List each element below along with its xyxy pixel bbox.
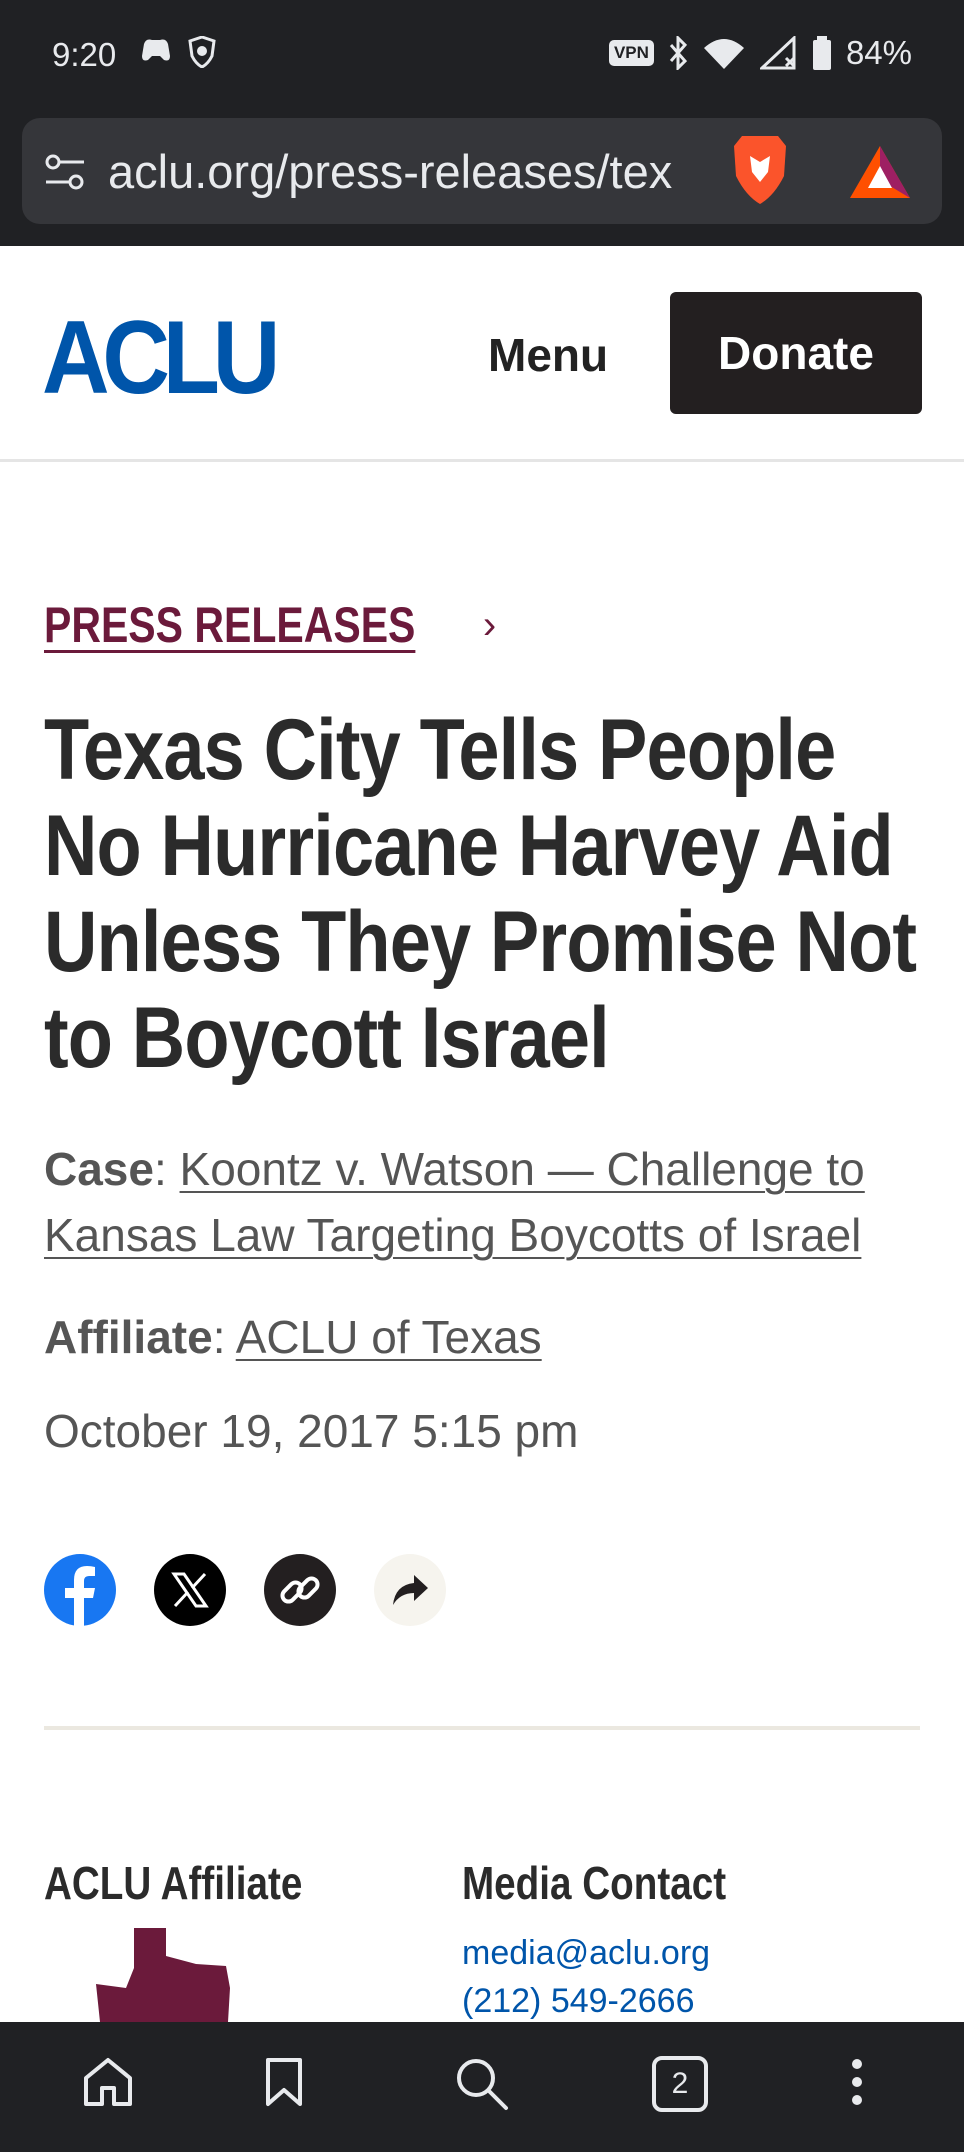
browser-toolbar: aclu.org/press-releases/tex xyxy=(0,112,964,246)
link-icon xyxy=(280,1576,320,1604)
media-phone-link[interactable]: (212) 549-2666 xyxy=(462,1982,695,2021)
facebook-icon xyxy=(65,1566,95,1626)
shield-icon xyxy=(188,36,216,68)
bluetooth-icon xyxy=(669,36,687,70)
site-header: ACLU Menu Donate xyxy=(0,246,964,462)
copy-link-button[interactable] xyxy=(264,1554,336,1626)
browser-bottom-nav: 2 xyxy=(0,2022,964,2152)
donate-button[interactable]: Donate xyxy=(670,292,922,414)
bookmark-icon[interactable] xyxy=(264,2056,304,2108)
brave-rewards-icon[interactable] xyxy=(848,144,912,200)
status-bar: 9:20 VPN 84% xyxy=(0,0,964,112)
battery-icon xyxy=(812,36,831,70)
media-contact-heading: Media Contact xyxy=(462,1857,727,1909)
affiliate-link[interactable]: ACLU of Texas xyxy=(236,1311,542,1363)
status-time: 9:20 xyxy=(52,36,117,73)
x-share-button[interactable] xyxy=(154,1554,226,1626)
texas-map-icon[interactable] xyxy=(96,1928,236,2022)
affiliate-line: Affiliate: ACLU of Texas xyxy=(44,1311,542,1363)
publish-date: October 19, 2017 5:15 pm xyxy=(44,1405,579,1457)
breadcrumb: PRESS RELEASES › xyxy=(44,596,496,654)
case-line: Case: Koontz v. Watson — Challenge to Ka… xyxy=(44,1143,865,1261)
site-settings-icon[interactable] xyxy=(44,152,86,192)
case-label: Case xyxy=(44,1143,154,1195)
signal-icon xyxy=(759,36,796,70)
menu-button[interactable]: Menu xyxy=(488,328,608,382)
url-bar[interactable]: aclu.org/press-releases/tex xyxy=(22,118,942,224)
section-divider xyxy=(44,1726,920,1730)
page-title: Texas City Tells People No Hurricane Har… xyxy=(44,702,917,1086)
facebook-share-button[interactable] xyxy=(44,1554,116,1626)
game-controller-icon xyxy=(142,39,170,61)
home-icon[interactable] xyxy=(82,2056,134,2108)
vpn-icon: VPN xyxy=(608,40,654,66)
more-icon[interactable] xyxy=(850,2056,864,2108)
affiliate-label: Affiliate xyxy=(44,1311,213,1363)
tabs-button[interactable]: 2 xyxy=(652,2056,708,2112)
share-row xyxy=(44,1554,446,1626)
brave-shields-icon[interactable] xyxy=(728,132,792,206)
breadcrumb-press-releases[interactable]: PRESS RELEASES xyxy=(44,596,415,654)
search-icon[interactable] xyxy=(454,2056,510,2112)
share-more-button[interactable] xyxy=(374,1554,446,1626)
chevron-right-icon: › xyxy=(482,602,497,647)
battery-percent: 84% xyxy=(845,34,912,71)
media-email-link[interactable]: media@aclu.org xyxy=(462,1934,710,1973)
x-icon xyxy=(171,1572,209,1608)
affiliate-heading: ACLU Affiliate xyxy=(44,1857,303,1909)
share-arrow-icon xyxy=(393,1575,428,1605)
wifi-icon xyxy=(703,39,744,69)
aclu-logo[interactable]: ACLU xyxy=(42,306,280,410)
url-text[interactable]: aclu.org/press-releases/tex xyxy=(108,144,728,199)
